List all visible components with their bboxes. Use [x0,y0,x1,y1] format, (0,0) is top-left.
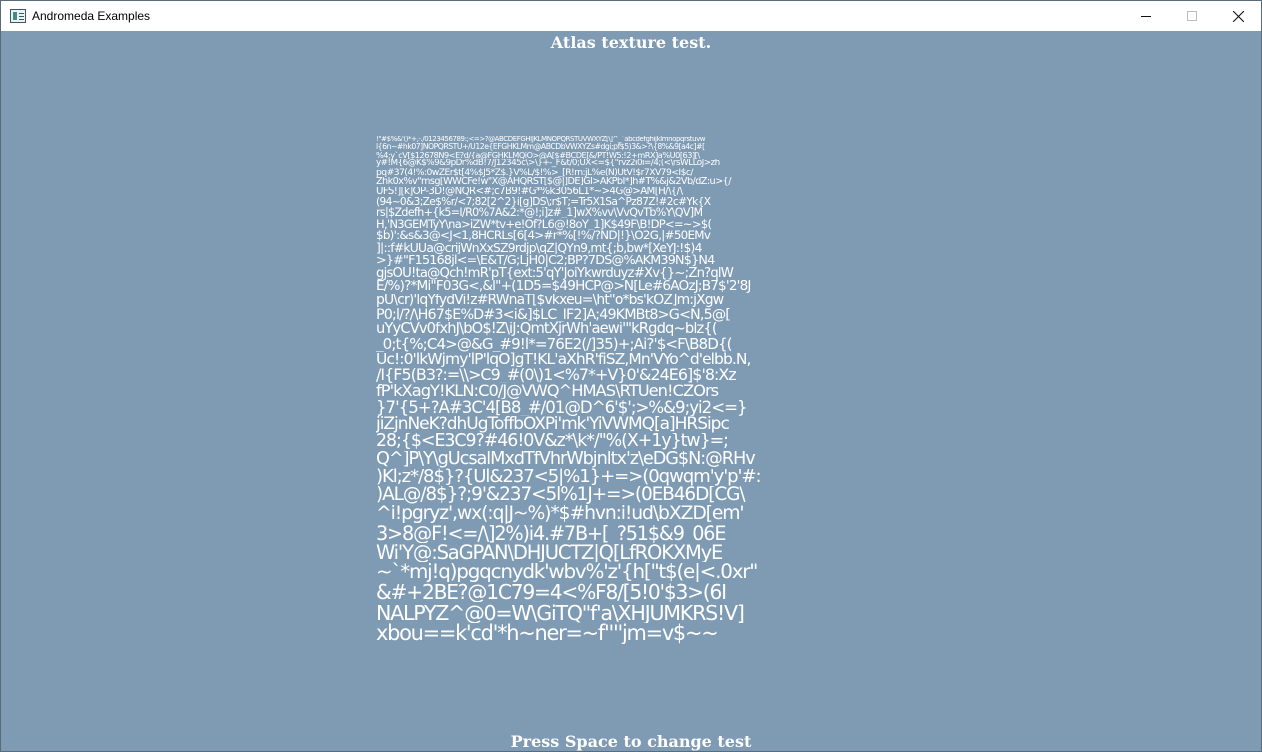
atlas-glyph-row: xbou==k'cd'*h~ner=~f''''jm=v$~~ [376,623,719,644]
atlas-glyph-row: (94~0&3;Ze$%r/<7;82[2^2}i[g]DS\;r$T;=Tr5… [376,196,711,208]
window-title: Andromeda Examples [32,9,151,23]
atlas-glyph-row: gjsOU!ta@Qch!mR'pT{ext:5'qY'JoiYkwrduyz#… [376,267,734,281]
minimize-button[interactable] [1123,1,1169,31]
atlas-glyph-row: NALPYZ^@0=W\GiTQ"f'a\XHJUMKRS!V] [376,602,745,624]
maximize-button[interactable] [1169,1,1215,31]
atlas-glyph-row: jiZjnNeK?dhUgToffbOXPi'mk'YiVWMQ[a]HRSip… [376,416,730,434]
maximize-icon [1187,11,1197,21]
atlas-glyph-row: ~`*mj!q)pgqcnydk'wbv%'z'{h["t$(e|<.0xr" [376,562,758,583]
atlas-glyph-row: /I{F5(B3?:=\\>C9_#(0\)1<%7*+V}0'&24E6]$'… [376,367,737,384]
atlas-glyph-row: pq#37(4!%:0wZEr$t[4%$J5*Z$.}V%L/$!%>_[R!… [376,167,693,177]
atlas-glyph-row: )Kl;z*/8$}?{Ul&237<5|%1}+=>(0qwqm'y'p'#: [376,468,762,487]
instruction-footer: Press Space to change test [510,732,752,751]
atlas-glyph-row: y#!M{6@K$%9&9pDr%dB!7/J12345c\>\}+-_F&t/… [376,158,720,168]
atlas-glyph-row: P0;l/?/\H67$E%D#3<i&]$LC_IF2]A;49KMBt8>G… [376,307,731,322]
atlas-glyph-row: >}#"F15168jl<=\E&T/G;LjH0|C2;BP?7DS@%AKM… [376,254,715,267]
atlas-glyph-row: Zhk0x%v"msg[WWCFe!w"X@AHQRST[$@|]DE]GI>A… [376,176,731,187]
test-heading: Atlas texture test. [550,33,712,52]
atlas-glyph-row: _0;t{%;C4>@&G_#9!l*=76E2(/]35)+;Ai?'$<F\… [376,336,733,352]
atlas-glyph-row: %4;y`cV[$12678N9<E?d/{a@FGHKLMQiO>@A[$#B… [376,150,700,159]
window-controls [1123,1,1261,31]
atlas-glyph-row: pU\cr)'lqYfydVi!z#RWnaT[$vkxeu=\ht''o*bs… [376,293,724,308]
atlas-glyph-row: rs|$Zdefh+{k5=I/R0%7A&2:*@!;i]z#_1]wX%vv… [376,207,703,219]
atlas-glyph-row: H,'N3GEMTyY\na>iZW*tv+e!Of?L6@!8oY_1]K$4… [376,218,712,230]
minimize-icon [1141,16,1151,17]
close-icon [1232,10,1244,22]
atlas-glyph-row: !"#$%&'()*+,-./0123456789:;<=>?@ABCDEFGH… [376,136,706,143]
atlas-glyph-row: $b)':&s&3@<J<1,8HCRLs[6[4>#r*%[!%/?ND|!}… [376,230,711,242]
atlas-glyph-row: fP'kXagY!KLN:C0/J@VWQ^HMAS\RTUen!CZOrs [376,383,719,400]
atlas-glyph-row: l{6n~#hk07]NOPQRSTU+/U12e{EFGHKLMm@ABCDb… [376,143,705,151]
atlas-glyph-row: E/%)?*Mi"F03G<,&l"+(1D5=$49HCP@>N[Le#6AO… [376,280,751,294]
atlas-glyph-row: }7'{5+?A#3C'4[B8_#/01@D^6'$';>%&9;yi2<=} [376,399,748,417]
atlas-glyph-row: Uc!:0'lkWjmy'lP'lqO]gT!KL'aXhR'fiSZ,Mn'V… [376,351,751,368]
atlas-texture: !"#$%&'()*+,-./0123456789:;<=>?@ABCDEFGH… [376,136,886,644]
atlas-glyph-row: Q^]P\Y\gUcsalMxdTfVhrWbjnltx'z\eDG$N:@RH… [376,450,756,469]
atlas-glyph-row: ^i!pgryz',wx(:q|J~%)*$#hvn:i!ud\bXZD[em' [376,504,745,524]
atlas-glyph-row: uYyCVv0fxhJ\bO$!Z\iJ:QmtXjrWh'aewi'"kRgd… [376,322,718,337]
atlas-glyph-row: Wi'Y@:SaGPAN\DHJUCTZ|Q[LfROKXMyE [376,542,723,563]
title-bar[interactable]: Andromeda Examples [1,1,1261,31]
atlas-glyph-row: )AL@/8$}?;9'&237<5l%1J+=>(0EB46D[CG\ [376,486,746,505]
atlas-glyph-row: &#+2BE?@1C79=4<%F8/[5!0'$3>(6I [376,582,727,603]
close-button[interactable] [1215,1,1261,31]
atlas-glyph-row: UFS!][k]OP-3D!@NQR<#;c7B9!#G*%k3056L1*~>… [376,186,683,197]
app-window: Andromeda Examples Atlas texture test. !… [0,0,1262,752]
atlas-glyph-row: 3>8@F!<=/\]2%)i4.#7B+[_?51$&9_06E [376,523,726,543]
app-window-icon [10,9,26,23]
atlas-glyph-row: 28;{$<E3C9?#46!0V&z*\k*/"%(X+1y}tw}=; [376,433,729,451]
atlas-glyph-row: ]|::f#kUUa@crijWnXxSZ9rdjp\qZ|QYn9,mt{;b… [376,241,702,255]
